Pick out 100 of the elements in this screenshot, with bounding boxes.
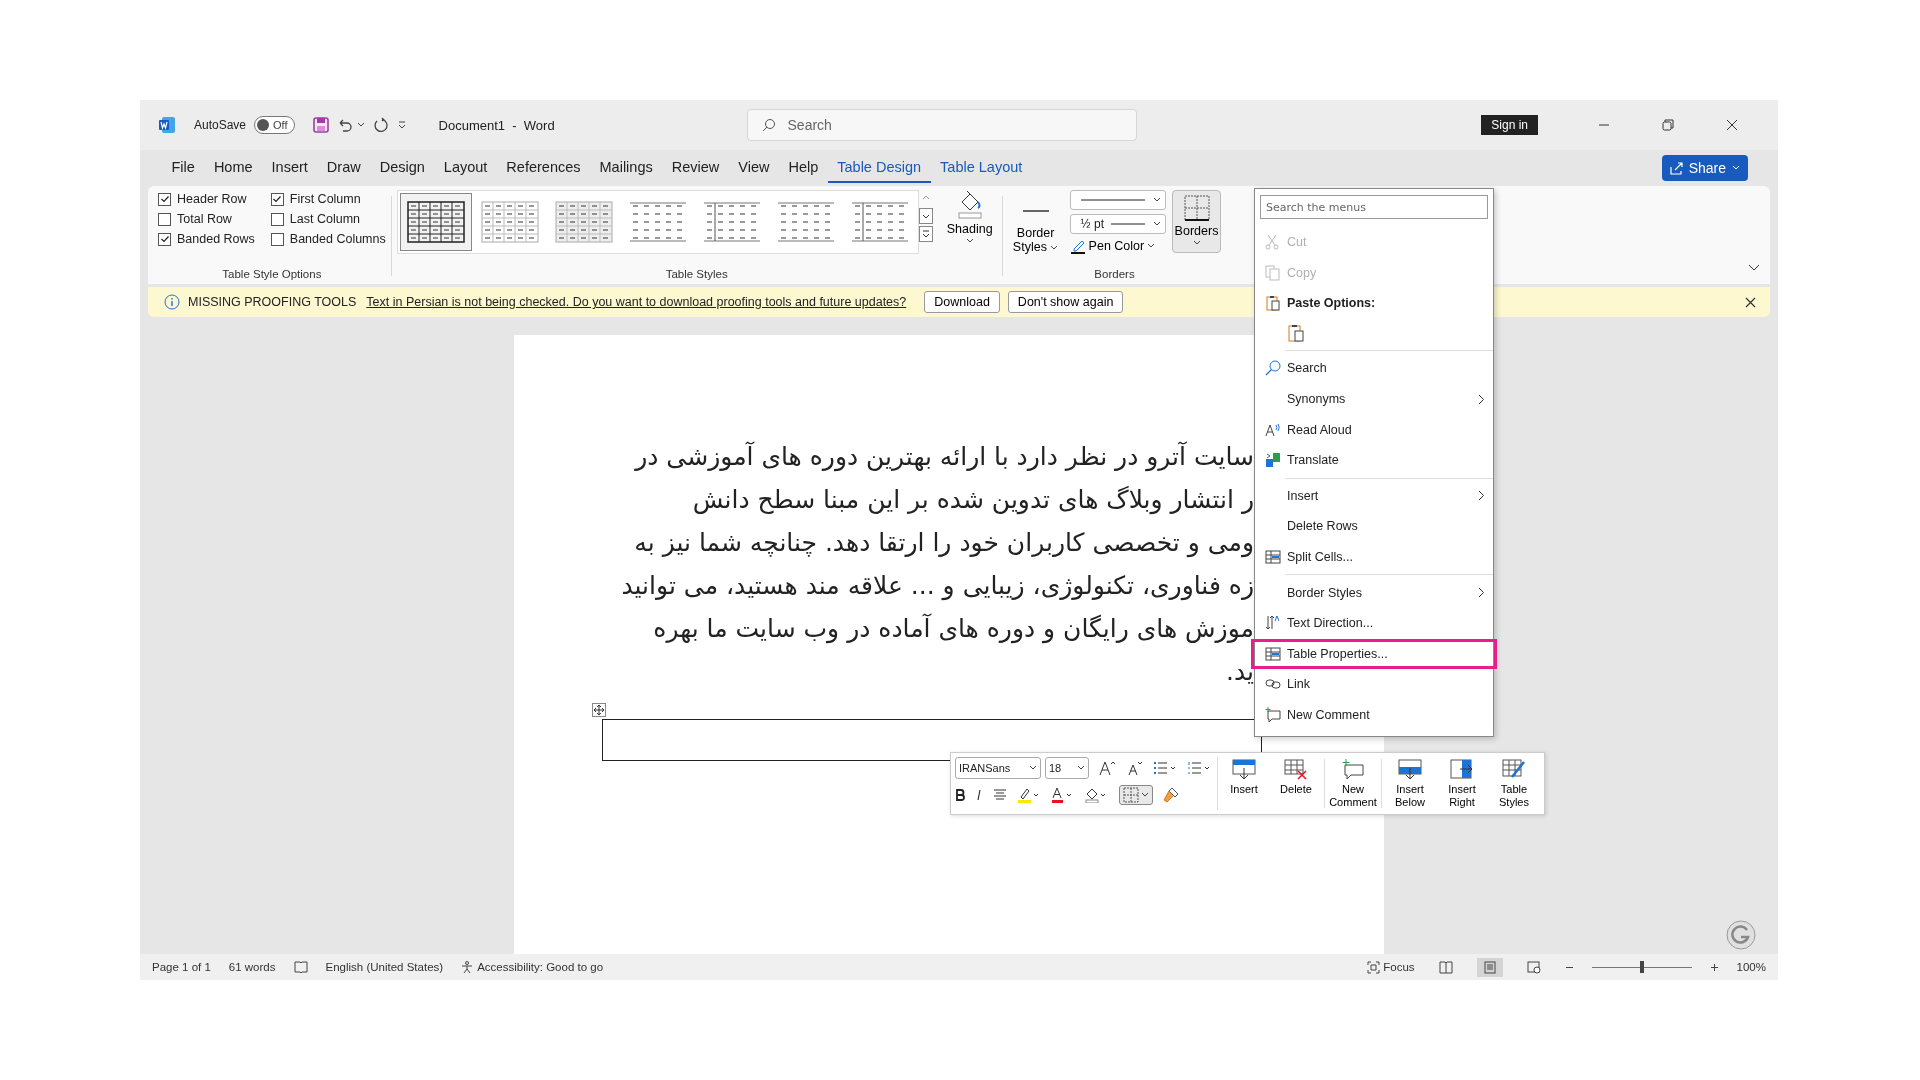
table-style-thumbnail[interactable] xyxy=(399,193,472,251)
autosave-toggle[interactable]: Off xyxy=(254,116,295,134)
scissors-icon xyxy=(1265,234,1279,251)
zoom-level[interactable]: 100% xyxy=(1736,961,1766,973)
line-style-dropdown[interactable] xyxy=(1069,190,1166,210)
mini-toolbar-button[interactable]: New Comment xyxy=(1327,757,1379,811)
borders-grid-icon xyxy=(1123,787,1139,803)
style-option-checkbox[interactable]: Total Row xyxy=(158,212,255,226)
borders-button[interactable]: Borders xyxy=(1171,190,1222,253)
save-icon[interactable] xyxy=(312,117,329,133)
insert-right-icon xyxy=(1450,759,1474,781)
ribbon-tab[interactable]: Design xyxy=(370,153,435,183)
format-painter-icon[interactable] xyxy=(1163,787,1179,803)
line-weight-dropdown[interactable]: ½ pt xyxy=(1069,214,1166,234)
ribbon-tab[interactable]: Help xyxy=(778,153,828,183)
menu-item[interactable]: Insert xyxy=(1255,480,1493,512)
ribbon-tab[interactable]: Layout xyxy=(434,153,497,183)
book-icon[interactable] xyxy=(293,961,308,973)
group-label: Borders xyxy=(1094,268,1135,282)
solid-line-icon xyxy=(1111,222,1146,226)
sign-in-button[interactable]: Sign in xyxy=(1481,115,1538,135)
mini-toolbar-button[interactable]: Insert xyxy=(1218,757,1270,811)
caret-icon xyxy=(1077,765,1085,771)
grow-font-icon[interactable] xyxy=(1099,760,1117,776)
ribbon-tab[interactable]: Home xyxy=(204,153,263,183)
menu-item[interactable]: Delete Rows xyxy=(1255,511,1493,542)
close-icon[interactable] xyxy=(1726,119,1738,131)
menu-item[interactable]: Synonyms xyxy=(1255,383,1493,415)
ribbon-tab[interactable]: Table Layout xyxy=(930,153,1032,183)
style-option-checkbox[interactable]: First Column xyxy=(270,192,386,206)
word-count[interactable]: 61 words xyxy=(228,961,276,973)
language-status[interactable]: English (United States) xyxy=(325,961,444,973)
search-icon xyxy=(1265,360,1281,377)
print-layout-icon xyxy=(1482,960,1497,974)
share-button[interactable]: Share xyxy=(1661,155,1748,181)
customize-caret-icon[interactable] xyxy=(396,120,407,130)
ribbon-tab[interactable]: References xyxy=(496,153,590,183)
style-option-checkbox[interactable]: Banded Columns xyxy=(270,232,386,246)
ribbon-tab[interactable]: File xyxy=(162,153,205,183)
table-move-handle-icon[interactable] xyxy=(592,703,606,717)
menu-item[interactable]: Border Styles xyxy=(1255,577,1493,608)
ribbon-tab[interactable]: Mailings xyxy=(590,153,663,183)
style-option-checkbox[interactable]: Banded Rows xyxy=(158,232,255,246)
menu-item[interactable]: New Comment xyxy=(1255,699,1493,731)
close-icon[interactable] xyxy=(1745,296,1756,308)
bullets-icon[interactable] xyxy=(1153,761,1177,775)
mini-toolbar-button[interactable]: Table Styles xyxy=(1488,757,1540,811)
bold-icon[interactable] xyxy=(955,789,965,801)
menu-item[interactable]: Translate xyxy=(1255,444,1493,476)
ribbon-tab[interactable]: Table Design xyxy=(827,153,931,183)
paste-keep-formatting-icon[interactable] xyxy=(1287,324,1305,343)
menu-item[interactable]: Text Direction... xyxy=(1255,607,1493,639)
search-field[interactable]: Search xyxy=(746,109,1137,141)
page-count[interactable]: Page 1 of 1 xyxy=(152,961,211,973)
view-mode-button[interactable] xyxy=(1476,957,1503,977)
solid-line-icon xyxy=(1080,198,1145,202)
font-name-dropdown[interactable]: IRANSans xyxy=(955,757,1041,779)
zoom-in-icon[interactable] xyxy=(1709,962,1719,972)
ribbon-tab[interactable]: Draw xyxy=(317,153,371,183)
caret-icon xyxy=(965,238,974,244)
pen-color-button[interactable]: Pen Color xyxy=(1069,238,1166,254)
menu-item[interactable]: Read Aloud xyxy=(1255,414,1493,445)
shrink-font-icon[interactable] xyxy=(1127,760,1143,776)
grammar-assistant-icon[interactable] xyxy=(1726,920,1756,950)
numbering-icon[interactable] xyxy=(1187,761,1211,775)
info-bar-link[interactable]: Text in Persian is not being checked. Do you want to download proofing tools and future updates? xyxy=(366,295,907,309)
border-styles-button[interactable]: Border Styles xyxy=(1007,190,1064,254)
collapse-ribbon-icon[interactable] xyxy=(1748,264,1760,272)
gallery-more-icon[interactable] xyxy=(918,226,933,242)
align-center-icon[interactable] xyxy=(993,789,1007,801)
ribbon-tab[interactable]: Review xyxy=(662,153,729,183)
mini-toolbar-button[interactable]: Delete xyxy=(1270,757,1322,811)
mini-toolbar-button[interactable]: Insert Below xyxy=(1384,757,1436,811)
menu-search-field[interactable]: Search the menus xyxy=(1260,195,1488,219)
checkmark-icon xyxy=(159,234,170,244)
borders-dropdown-button[interactable] xyxy=(1119,785,1153,805)
redo-icon[interactable] xyxy=(372,117,389,133)
paragraph-line: ر انتشار وبلاگ های تدوین شده بر این مبنا سطح دانش xyxy=(692,484,1254,517)
highlighter-icon[interactable] xyxy=(1017,787,1041,803)
ribbon-tab[interactable]: View xyxy=(728,153,779,183)
style-option-checkbox[interactable]: Last Column xyxy=(270,212,386,226)
info-bar-button[interactable]: Download xyxy=(924,291,1000,313)
italic-icon[interactable] xyxy=(975,789,983,801)
restore-icon[interactable] xyxy=(1662,119,1674,131)
shading-button[interactable]: Shading xyxy=(942,190,997,244)
focus-button[interactable]: Focus xyxy=(1367,960,1415,974)
caret-icon[interactable] xyxy=(356,122,365,128)
font-size-dropdown[interactable]: 18 xyxy=(1045,757,1089,779)
menu-item[interactable]: Table Properties... xyxy=(1251,638,1497,670)
info-bar-button[interactable]: Don't show again xyxy=(1007,291,1124,313)
ribbon-tab[interactable]: Insert xyxy=(262,153,318,183)
accessibility-status[interactable]: Accessibility: Good to go xyxy=(461,960,604,974)
menu-item[interactable]: Link xyxy=(1255,669,1493,700)
menu-item[interactable]: Search xyxy=(1255,353,1493,384)
mini-toolbar-button[interactable]: Insert Right xyxy=(1436,757,1488,811)
style-option-checkbox[interactable]: Header Row xyxy=(158,192,255,206)
share-icon xyxy=(1669,161,1683,175)
info-bar-title: MISSING PROOFING TOOLS xyxy=(188,295,357,309)
menu-item[interactable]: Split Cells... xyxy=(1255,541,1493,573)
scroll-down-icon[interactable] xyxy=(918,208,933,224)
